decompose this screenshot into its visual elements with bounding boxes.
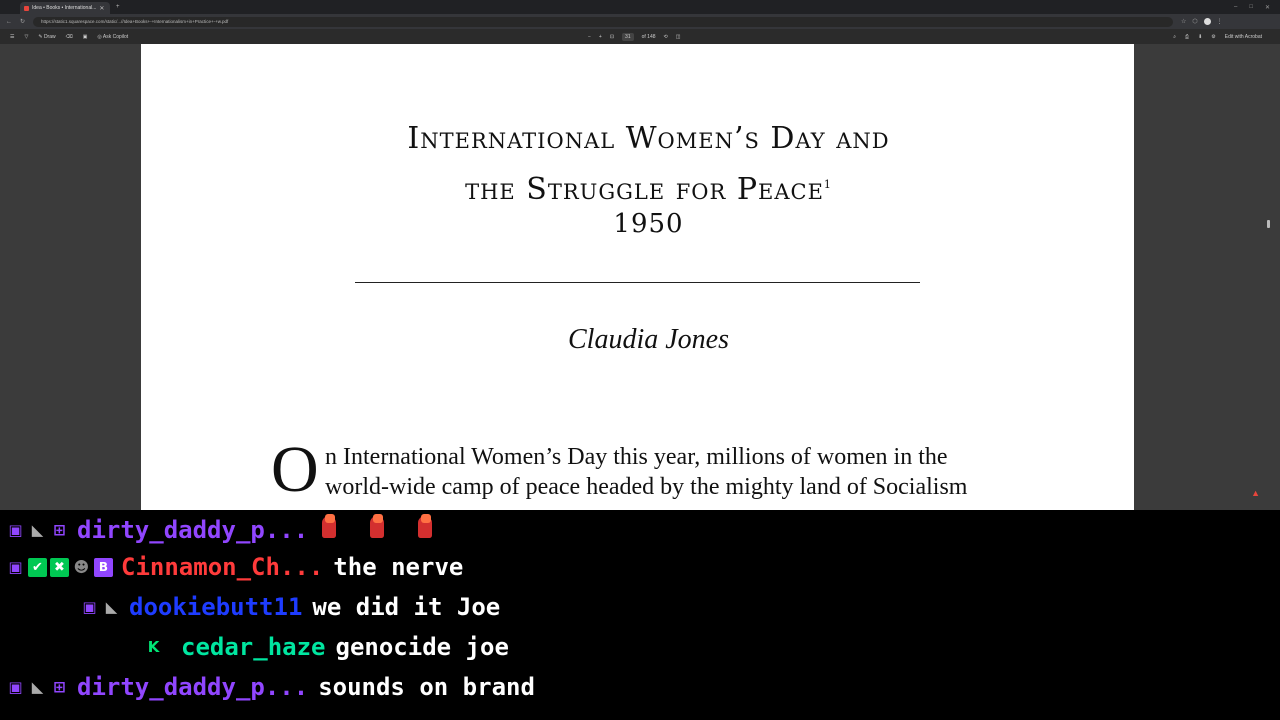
list-icon[interactable]: ☰ (10, 34, 14, 40)
print-icon[interactable]: ⎙ (1185, 34, 1189, 40)
menu-icon[interactable]: ⋮ (1217, 18, 1223, 25)
gift-icon: ⊞ (53, 678, 66, 696)
chat-username[interactable]: dirty_daddy_p... (77, 516, 308, 544)
chat-username[interactable]: dirty_daddy_p... (77, 673, 308, 701)
ask-copilot-button[interactable]: ◎ Ask Copilot (97, 34, 128, 40)
raised-fist-emote (414, 514, 438, 540)
chat-username[interactable]: cedar_haze (181, 633, 326, 661)
two-page-icon[interactable]: ◫ (676, 34, 681, 40)
cat-icon: ◣ (105, 598, 118, 616)
body-line-1: n International Women’s Day this year, m… (325, 444, 948, 470)
chat-message: ▣ ◣ ⊞ dirty_daddy_p... sounds on brand (6, 667, 535, 707)
eraser-icon[interactable]: ⌫ (66, 34, 73, 40)
search-icon[interactable]: ⌕ (1173, 34, 1176, 40)
save-icon[interactable]: ⬇ (1198, 34, 1202, 40)
badge-group: K (144, 638, 163, 657)
swords-icon: ✖ (50, 557, 69, 577)
divider-rule (355, 282, 920, 283)
cat-icon: ◣ (31, 521, 44, 539)
chat-message: ▣ ◣ dookiebutt11 we did it Joe (80, 587, 500, 627)
footnote-marker[interactable]: 1 (824, 178, 832, 191)
page-controls: − + ⊡ 31 of 148 ⟲ ◫ (588, 32, 681, 41)
settings-icon[interactable]: ⚙ (1211, 34, 1215, 40)
browser-tab[interactable]: Idea • Books • International... ✕ (20, 2, 110, 14)
raised-fist-emote (366, 514, 390, 540)
badge-group: ▣ ◣ ⊞ (6, 678, 69, 697)
drop-cap: O (271, 433, 319, 506)
draw-label: Draw (43, 33, 56, 40)
chat-text: the nerve (333, 553, 464, 581)
url-field[interactable]: https://static1.squarespace.com/static/.… (33, 16, 1174, 27)
screen: Idea • Books • International... ✕ + – □ … (0, 0, 1280, 720)
check-icon: ✔ (28, 557, 47, 577)
draw-tool[interactable]: ✎ Draw (38, 34, 55, 40)
pdf-toolbar: ☰ ▽ ✎ Draw ⌫ ▣ ◎ Ask Copilot − + ⊡ 31 of… (0, 29, 1280, 44)
acrobat-icon[interactable]: ▲ (1251, 488, 1260, 498)
twitch-icon: ▣ (8, 558, 23, 576)
badge-group: ▣ ◣ (80, 598, 121, 617)
pdf-favicon-icon (24, 5, 29, 11)
extension-icon[interactable]: ⬡ (1192, 18, 1197, 25)
document-author: Claudia Jones (568, 324, 729, 355)
body-line-2: world-wide camp of peace headed by the m… (325, 474, 968, 500)
close-window-icon[interactable]: ✕ (1265, 4, 1270, 11)
chat-text: genocide joe (335, 633, 509, 661)
chat-text: sounds on brand (318, 673, 535, 701)
pdf-right-tools: ⌕ ⎙ ⬇ ⚙ Edit with Acrobat (1173, 34, 1262, 40)
star-icon[interactable]: ☆ (1181, 18, 1186, 25)
filter-icon[interactable]: ▽ (24, 34, 28, 40)
pdf-viewer[interactable]: International Women’s Day and the Strugg… (0, 44, 1280, 510)
k-icon: K (147, 638, 160, 656)
ask-copilot-label: Ask Copilot (102, 33, 129, 40)
maximize-icon[interactable]: □ (1249, 4, 1253, 11)
chat-message: ▣ ✔ ✖ ☻ B Cinnamon_Ch... the nerve (6, 547, 463, 587)
twitch-icon: ▣ (82, 598, 97, 616)
badge-group: ▣ ✔ ✖ ☻ B (6, 557, 113, 577)
page-number-input[interactable]: 31 (622, 32, 634, 41)
profile-avatar[interactable] (1203, 18, 1211, 25)
back-icon[interactable]: ← (6, 19, 12, 25)
chat-message: K cedar_haze genocide joe (144, 627, 509, 667)
twitch-icon: ▣ (8, 521, 23, 539)
new-tab-icon[interactable]: + (116, 4, 120, 10)
gift-icon: ⊞ (53, 521, 66, 539)
chat-message: ▣ ◣ ⊞ dirty_daddy_p... (6, 510, 462, 550)
browser-window: Idea • Books • International... ✕ + – □ … (0, 0, 1280, 510)
chat-overlay: ▣ ◣ ⊞ dirty_daddy_p... ▣ ✔ ✖ ☻ B Cinnamo… (0, 510, 1280, 720)
chat-emotes (318, 514, 462, 546)
cat-icon: ◣ (31, 678, 44, 696)
address-bar: ← ↻ https://static1.squarespace.com/stat… (0, 14, 1280, 29)
document-year: 1950 (613, 209, 684, 239)
close-tab-icon[interactable]: ✕ (99, 5, 104, 12)
extensions-area: ☆ ⬡ ⋮ (1181, 18, 1223, 25)
document-title: International Women’s Day and the Strugg… (141, 116, 1156, 213)
chat-username[interactable]: dookiebutt11 (129, 593, 302, 621)
window-controls: – □ ✕ (1234, 4, 1280, 11)
b-icon: B (94, 557, 113, 577)
title-line-1: International Women’s Day and (407, 121, 890, 156)
tab-title: Idea • Books • International... (32, 5, 97, 11)
badge-group: ▣ ◣ ⊞ (6, 521, 69, 540)
mask-icon: ☻ (73, 558, 90, 576)
pdf-scrollbar-thumb[interactable] (1267, 220, 1270, 228)
page-count: of 148 (641, 33, 656, 40)
fit-page-icon[interactable]: ⊡ (610, 34, 614, 40)
zoom-out-icon[interactable]: − (588, 34, 591, 40)
zoom-in-icon[interactable]: + (599, 34, 602, 40)
title-line-2: the Struggle for Peace (465, 172, 824, 207)
view-icon[interactable]: ▣ (83, 34, 88, 40)
rotate-icon[interactable]: ⟲ (664, 34, 668, 40)
pdf-page: International Women’s Day and the Strugg… (141, 44, 1134, 510)
reload-icon[interactable]: ↻ (20, 18, 25, 25)
edit-with-acrobat-button[interactable]: Edit with Acrobat (1225, 34, 1262, 40)
twitch-icon: ▣ (8, 678, 23, 696)
chat-text: we did it Joe (312, 593, 501, 621)
chat-username[interactable]: Cinnamon_Ch... (121, 553, 323, 581)
tab-bar: Idea • Books • International... ✕ + – □ … (0, 0, 1280, 14)
minimize-icon[interactable]: – (1234, 4, 1237, 11)
raised-fist-emote (318, 514, 342, 540)
